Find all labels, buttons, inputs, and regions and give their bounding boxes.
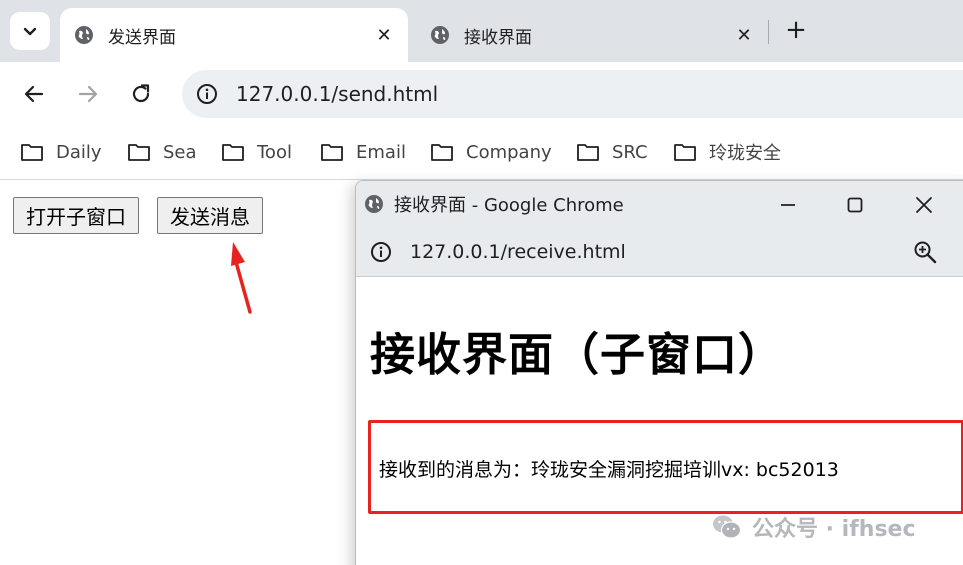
folder-icon [321,144,343,161]
bookmark-label: Tool [257,141,292,163]
browser-toolbar: 127.0.0.1/send.html [0,62,963,126]
tab-title: 接收界面 [464,27,532,48]
folder-icon [674,144,696,161]
address-bar[interactable]: 127.0.0.1/send.html [182,70,963,118]
tab-title: 发送界面 [108,27,176,48]
bookmark-label: Daily [56,141,102,163]
tab-search-button[interactable] [10,12,50,50]
folder-icon [128,144,150,161]
close-icon[interactable]: ✕ [734,25,754,46]
tab-strip: 发送界面 ✕ 接收界面 ✕ + [0,0,963,62]
maximize-button[interactable] [843,193,867,217]
bookmark-company[interactable]: Company [430,140,552,164]
popup-address-bar[interactable]: 127.0.0.1/receive.html [356,227,963,277]
url-text[interactable]: 127.0.0.1/send.html [236,82,438,106]
annotation-arrow-icon [231,242,252,314]
info-icon[interactable] [370,241,392,263]
folder-icon [21,144,43,161]
bookmark-label: Company [466,141,552,163]
open-child-window-button[interactable]: 打开子窗口 [13,197,139,234]
popup-url-text[interactable]: 127.0.0.1/receive.html [410,241,626,263]
reload-button[interactable] [127,80,155,108]
wechat-icon [713,515,742,539]
minimize-icon [781,204,795,206]
close-icon[interactable]: ✕ [374,25,394,46]
globe-icon [431,26,449,44]
tab-separator [768,20,769,44]
minimize-button[interactable] [776,193,800,217]
bookmark-daily[interactable]: Daily [20,140,102,164]
folder-icon [431,144,453,161]
info-icon[interactable] [196,83,218,105]
tab-send[interactable]: 发送界面 ✕ [60,8,408,62]
send-message-button[interactable]: 发送消息 [157,197,263,234]
child-popup-window: 接收界面 - Google Chrome 127.0.0.1/receive.h… [355,180,963,565]
close-window-button[interactable] [912,193,936,217]
zoom-in-icon[interactable] [912,239,938,265]
back-arrow-icon [24,85,44,103]
bookmark-label: Sea [163,141,197,163]
forward-button[interactable] [74,80,102,108]
received-message-text: 接收到的消息为：玲珑安全漏洞挖掘培训vx: bc52013 [379,459,839,481]
bookmarks-bar: Daily Sea Tool Email Company SRC 玲珑安全 [0,126,963,180]
reload-icon [132,84,150,103]
popup-titlebar[interactable]: 接收界面 - Google Chrome [356,181,963,227]
close-icon [916,197,932,213]
bookmark-sea[interactable]: Sea [127,140,197,164]
bookmark-label: 玲珑安全 [709,143,781,164]
watermark-text: 公众号 · ifhsec [752,517,916,542]
highlight-box: 接收到的消息为：玲珑安全漏洞挖掘培训vx: bc52013 [368,420,963,514]
globe-icon [365,195,383,213]
forward-arrow-icon [78,85,98,103]
chevron-down-icon [23,27,37,36]
bookmark-label: SRC [612,141,648,163]
bookmark-label: Email [356,141,406,163]
maximize-icon [847,197,863,213]
bookmark-email[interactable]: Email [320,140,406,164]
popup-heading: 接收界面（子窗口） [370,328,785,381]
folder-icon [222,144,244,161]
plus-icon[interactable]: + [782,16,810,44]
bookmark-src[interactable]: SRC [576,140,648,164]
bookmark-tool[interactable]: Tool [221,140,292,164]
popup-window-title: 接收界面 - Google Chrome [394,195,624,216]
watermark: 公众号 · ifhsec [712,512,916,542]
tab-receive[interactable]: 接收界面 ✕ [416,8,768,62]
folder-icon [577,144,599,161]
globe-icon [75,26,93,44]
bookmark-linglong[interactable]: 玲珑安全 [673,140,781,164]
back-button[interactable] [20,80,48,108]
